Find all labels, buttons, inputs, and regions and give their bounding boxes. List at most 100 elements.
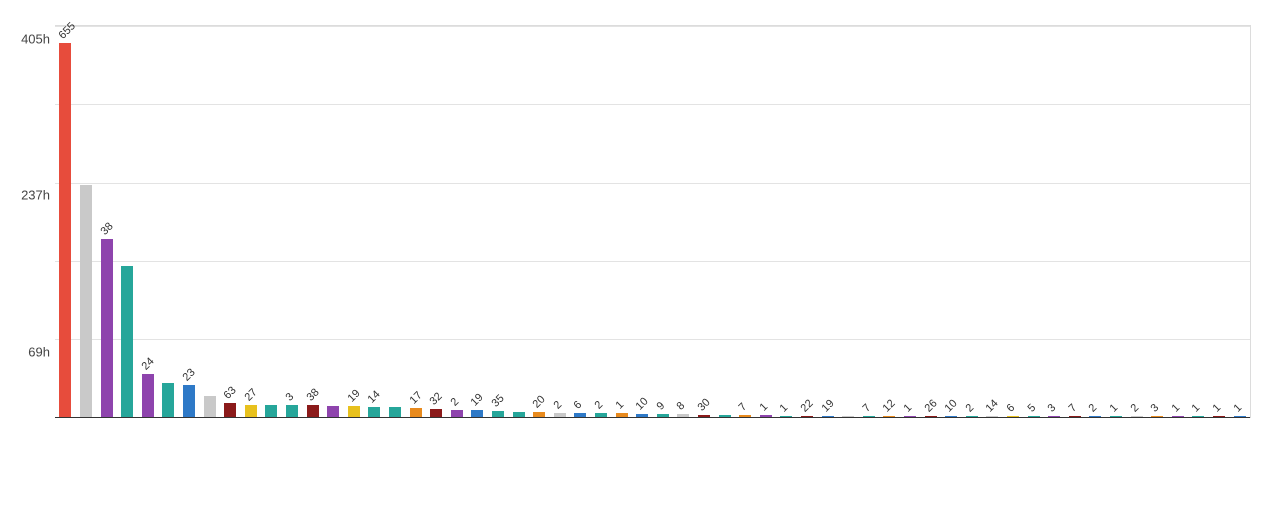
- bar[interactable]: 5: [1028, 416, 1040, 417]
- bar[interactable]: 1: [760, 415, 772, 417]
- bar[interactable]: 35: [492, 411, 504, 417]
- bar[interactable]: 2: [595, 413, 607, 417]
- bar[interactable]: [513, 412, 525, 417]
- bar[interactable]: [389, 407, 401, 417]
- bar[interactable]: 63: [224, 403, 236, 417]
- bar[interactable]: [204, 396, 216, 417]
- bar[interactable]: 8: [677, 414, 689, 417]
- bar[interactable]: 24: [142, 374, 154, 417]
- bar[interactable]: 20: [533, 412, 545, 417]
- bar-value-label: 1: [1108, 402, 1121, 415]
- bar-value-label: 1: [1231, 402, 1244, 415]
- bar[interactable]: [121, 266, 133, 417]
- x-tick-label: [1130, 420, 1191, 468]
- bar-value-label: 6: [572, 398, 585, 411]
- x-tick-label: [883, 420, 944, 468]
- x-tick-label: [409, 420, 470, 468]
- bar-value-label: 14: [984, 397, 1001, 414]
- bar[interactable]: 1: [904, 416, 916, 417]
- bar[interactable]: 2: [451, 410, 463, 417]
- x-tick-label: [161, 420, 222, 468]
- bar-value-label: 7: [737, 401, 750, 414]
- bar[interactable]: 17: [410, 408, 422, 417]
- x-tick-label: [141, 420, 202, 468]
- bar-value-label: 2: [1087, 402, 1100, 415]
- bar[interactable]: 12: [883, 416, 895, 417]
- bar[interactable]: 3: [1048, 416, 1060, 417]
- bar[interactable]: 19: [822, 416, 834, 417]
- x-tick-label: [285, 420, 346, 468]
- bar-value-label: 12: [881, 397, 898, 414]
- bar[interactable]: 32: [430, 409, 442, 417]
- bar[interactable]: 655: [59, 43, 71, 417]
- bar[interactable]: 10: [945, 416, 957, 417]
- bar-value-label: 1: [1169, 402, 1182, 415]
- x-tick-label: [388, 420, 449, 468]
- bar[interactable]: 26: [925, 416, 937, 417]
- x-tick-label: [58, 420, 119, 468]
- bar[interactable]: 9: [657, 414, 669, 417]
- x-tick-label: [553, 420, 614, 468]
- bar[interactable]: 14: [368, 407, 380, 417]
- bar[interactable]: 1: [1172, 416, 1184, 417]
- bar[interactable]: 19: [471, 410, 483, 417]
- x-tick-label: [306, 420, 367, 468]
- bars-container: 6553824236327338191417322193520262110983…: [55, 25, 1250, 417]
- bar-value-label: 14: [366, 389, 383, 406]
- bar[interactable]: [719, 415, 731, 417]
- bar-value-label: 63: [222, 384, 239, 401]
- bar[interactable]: 1: [1234, 416, 1246, 417]
- bar[interactable]: 7: [739, 415, 751, 417]
- x-tick-label: [697, 420, 758, 468]
- x-tick-label: [759, 420, 820, 468]
- bar[interactable]: 6: [1007, 416, 1019, 417]
- bar[interactable]: 27: [245, 405, 257, 417]
- bar[interactable]: 19: [348, 406, 360, 417]
- bar[interactable]: 1: [780, 416, 792, 417]
- x-tick-label: [223, 420, 284, 468]
- bar-value-label: 8: [675, 400, 688, 413]
- bar-value-label: 1: [778, 402, 791, 415]
- bar[interactable]: 1: [616, 413, 628, 417]
- x-tick-label: [573, 420, 634, 468]
- bar[interactable]: 3: [1151, 416, 1163, 417]
- bar[interactable]: 7: [1069, 416, 1081, 417]
- x-tick-label: [656, 420, 717, 468]
- x-tick-label: [1109, 420, 1170, 468]
- bar-value-label: 5: [1025, 402, 1038, 415]
- bar[interactable]: 2: [1131, 416, 1143, 417]
- x-tick-label: [100, 420, 161, 468]
- bar[interactable]: 2: [966, 416, 978, 417]
- bar[interactable]: 38: [307, 405, 319, 417]
- x-tick-label: [1171, 420, 1232, 468]
- bar[interactable]: 2: [554, 413, 566, 417]
- bar[interactable]: 14: [986, 416, 998, 417]
- bar[interactable]: 2: [1089, 416, 1101, 417]
- bar-value-label: 7: [1066, 402, 1079, 415]
- x-tick-label: [903, 420, 964, 468]
- bar[interactable]: 23: [183, 385, 195, 417]
- bar[interactable]: 38: [101, 239, 113, 417]
- bar[interactable]: 10: [636, 414, 648, 417]
- bar-value-label: 1: [902, 402, 915, 415]
- x-tick-label: [924, 420, 985, 468]
- bar[interactable]: [327, 406, 339, 417]
- bar[interactable]: [265, 405, 277, 417]
- bar[interactable]: [80, 185, 92, 417]
- x-tick-label: [1192, 420, 1253, 468]
- bar[interactable]: 6: [574, 413, 586, 417]
- x-tick-label: [594, 420, 655, 468]
- bar[interactable]: 1: [1110, 416, 1122, 417]
- bar[interactable]: 3: [286, 405, 298, 417]
- x-tick-label: [244, 420, 305, 468]
- bar[interactable]: 1: [1192, 416, 1204, 417]
- bar[interactable]: 7: [863, 416, 875, 417]
- bar[interactable]: 1: [1213, 416, 1225, 417]
- x-tick-label: [1006, 420, 1067, 468]
- bar[interactable]: 22: [801, 416, 813, 417]
- bar[interactable]: [842, 416, 854, 417]
- bar-value-label: 19: [469, 391, 486, 408]
- bar[interactable]: [162, 383, 174, 417]
- bar[interactable]: 30: [698, 415, 710, 417]
- bar-value-label: 32: [428, 390, 445, 407]
